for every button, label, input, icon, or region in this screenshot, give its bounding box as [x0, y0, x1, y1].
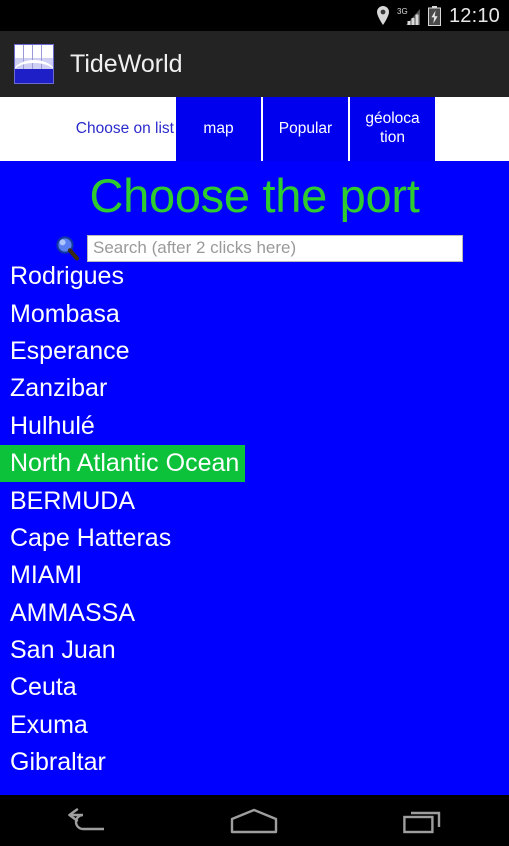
- tab-popular[interactable]: Popular: [263, 97, 350, 161]
- port-list-item-label: Cape Hatteras: [10, 523, 172, 552]
- port-list-item[interactable]: Zanzibar: [0, 370, 509, 407]
- battery-charging-icon: [427, 5, 441, 26]
- port-list-item-label: North Atlantic Ocean: [10, 451, 246, 477]
- port-list-item-label: Ceuta: [10, 673, 77, 702]
- port-list-item[interactable]: BERMUDA: [0, 482, 509, 519]
- status-bar-clock: 12:10: [448, 4, 500, 27]
- nav-home-button[interactable]: [208, 795, 300, 846]
- port-list-item[interactable]: San Juan: [0, 632, 509, 669]
- app-title: TideWorld: [70, 49, 183, 78]
- port-list-item-label: Gibraltar: [10, 748, 106, 777]
- tideworld-app-icon: [14, 44, 54, 84]
- tab-map-label: map: [203, 119, 234, 137]
- tab-choose-on-list-label: Choose on list: [75, 120, 174, 138]
- port-list-item-label: Mombasa: [10, 299, 120, 328]
- nav-back-button[interactable]: [39, 795, 131, 846]
- port-list-item[interactable]: Gibraltar: [0, 744, 509, 781]
- port-list-item-label: AMMASSA: [10, 598, 136, 627]
- back-arrow-icon: [68, 807, 104, 830]
- tab-choose-on-list[interactable]: Choose on list: [0, 97, 176, 161]
- magnifier-icon[interactable]: [52, 234, 82, 262]
- port-list-item-label: Zanzibar: [10, 374, 108, 403]
- tab-popular-label: Popular: [278, 119, 333, 137]
- port-list-item[interactable]: MIAMI: [0, 557, 509, 594]
- port-list-item-label: Exuma: [10, 710, 88, 739]
- page-title: Choose the port: [89, 169, 420, 222]
- port-list-item-label: Hulhulé: [10, 411, 95, 440]
- port-list-item[interactable]: Exuma: [0, 707, 509, 744]
- port-list-item[interactable]: Ceuta: [0, 669, 509, 706]
- search-row: [0, 233, 509, 263]
- port-list-item[interactable]: Rodrigues: [0, 265, 509, 295]
- action-bar: TideWorld: [0, 31, 509, 97]
- port-list-item-label: Esperance: [10, 336, 130, 365]
- status-bar: 3G 12:10: [0, 0, 509, 31]
- tab-strip: Choose on list map Popular géoloca tion: [0, 97, 509, 161]
- port-list-item-label: Rodrigues: [10, 265, 124, 291]
- port-list-item[interactable]: Cape Hatteras: [0, 520, 509, 557]
- tab-map[interactable]: map: [176, 97, 263, 161]
- svg-text:3G: 3G: [397, 7, 408, 16]
- recents-icon: [403, 811, 441, 833]
- tab-geolocation-label: géoloca tion: [365, 110, 420, 146]
- search-input[interactable]: [87, 234, 463, 262]
- port-list-item[interactable]: Hulhulé: [0, 408, 509, 445]
- android-device-screen: 3G 12:10 TideWorld Choose on list map Po…: [0, 0, 509, 846]
- main-content: Choose the port Rodrigues Mombasa Esperanc…: [0, 161, 509, 795]
- port-list-item[interactable]: Mombasa: [0, 295, 509, 332]
- port-list-item-label: MIAMI: [10, 561, 83, 590]
- port-list-inner: Rodrigues Mombasa Esperance Zanzibar Hulhulé…: [0, 265, 509, 781]
- port-list-item-selected[interactable]: North Atlantic Ocean: [0, 444, 246, 483]
- tab-strip-filler: [437, 97, 509, 161]
- port-list-item[interactable]: AMMASSA: [0, 595, 509, 632]
- port-list[interactable]: Rodrigues Mombasa Esperance Zanzibar Hulhulé…: [0, 265, 509, 795]
- navigation-bar: [0, 795, 509, 846]
- home-icon: [231, 808, 278, 833]
- port-list-item[interactable]: Esperance: [0, 333, 509, 370]
- signal-3g-icon: 3G: [397, 7, 420, 25]
- tab-geolocation[interactable]: géoloca tion: [350, 97, 437, 161]
- status-bar-icons: 3G: [376, 5, 441, 26]
- port-list-item-label: San Juan: [10, 636, 116, 665]
- nav-recents-button[interactable]: [378, 795, 470, 846]
- location-pin-icon: [376, 6, 389, 25]
- port-list-item-label: BERMUDA: [10, 486, 136, 515]
